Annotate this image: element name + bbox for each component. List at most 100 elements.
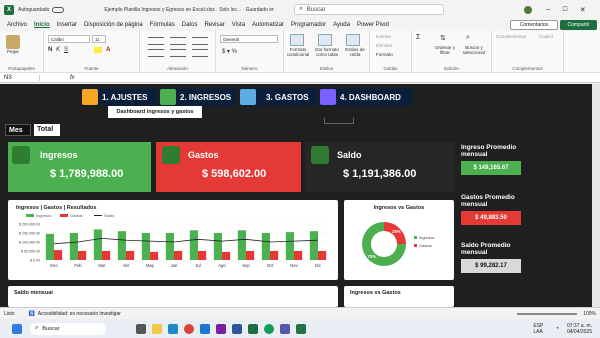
font-size-select[interactable]: 11 [92,35,106,43]
wrap-text-icon[interactable] [192,37,208,45]
fill-color-icon[interactable] [94,47,102,53]
vertical-scrollbar[interactable] [592,84,600,307]
pie-legend-swatch [414,244,417,247]
addins-button[interactable]: Complementos [496,34,526,39]
side-ingreso-prom: Ingreso Promedio mensual $ 149,165.67 [458,142,524,186]
align-top-icon[interactable] [148,37,164,45]
edge-icon[interactable] [168,323,178,334]
font-name-select[interactable]: Calibri [48,35,90,43]
filter-total[interactable]: Total [34,124,60,136]
menu-item-automatizar[interactable]: Automatizar [252,22,284,28]
format-button[interactable]: Formato [376,52,393,57]
comments-button[interactable]: Comentarios [510,20,558,30]
menu-item-ayuda[interactable]: Ayuda [333,22,350,28]
share-button[interactable]: Compartir [560,20,597,30]
wifi-icon[interactable]: ◔ [555,326,559,332]
bold-button[interactable]: N [48,47,52,53]
clipboard-group: Pegar Portapapeles [0,31,44,73]
chrome2-icon[interactable] [264,323,274,334]
tab-ingresos[interactable]: 2. INGRESOS [160,88,236,106]
menu-item-f-rmulas[interactable]: Fórmulas [150,22,175,28]
underline-button[interactable]: S [64,47,68,53]
menu-item-power-pivot[interactable]: Power Pivot [357,22,389,28]
delete-button[interactable]: Eliminar [376,43,392,48]
zoom-slider[interactable] [517,312,578,315]
taskview-icon[interactable] [136,323,146,334]
accessibility-status[interactable]: Accesibilidad: es necesario investigar [38,311,121,317]
copilot-button[interactable]: Copilot [532,34,560,39]
align-middle-icon[interactable] [170,37,186,45]
cell-styles-button[interactable]: Estilos de celda [342,47,368,57]
bar-ingresos [69,233,78,260]
maximize-button[interactable]: ☐ [562,6,567,13]
menu-item-inicio[interactable]: Inicio [34,22,50,28]
cell-styles-icon[interactable] [346,34,360,46]
gear-icon [82,89,98,105]
card-ingresos: Ingresos $ 1,789,988.00 [8,142,151,192]
menu-item-datos[interactable]: Datos [182,22,198,28]
sort-button[interactable]: Ordenar y filtrar [432,45,458,55]
paste-icon[interactable] [6,35,20,49]
autosum-icon[interactable]: Σ [416,34,420,41]
font-color-icon[interactable]: A [106,47,110,53]
cond-format-icon[interactable] [290,34,304,46]
menu-item-disposici-n-de-p-gina[interactable]: Disposición de página [84,22,143,28]
x-tick-label: Jun [171,263,178,268]
windows-icon[interactable] [12,323,22,334]
menu-item-revisar[interactable]: Revisar [204,22,224,28]
menu-item-archivo[interactable]: Archivo [7,22,27,28]
saldo-panel-title: Saldo mensual [14,290,53,296]
tab-gastos[interactable]: 3. GASTOS [240,88,318,106]
align-left-icon[interactable] [148,49,164,57]
number-format-select[interactable]: General [220,35,278,43]
formula-input[interactable] [81,74,600,82]
vscode-icon[interactable] [200,323,210,334]
align-center-icon[interactable] [170,49,186,57]
table-format-button[interactable]: Dar formato como tabla [313,47,341,57]
insert-button[interactable]: Insertar [376,34,391,39]
lang-indicator[interactable]: ESP LAA [533,323,549,335]
paste-button[interactable]: Pegar [2,49,24,54]
accessibility-icon[interactable]: ♿ [29,311,35,317]
clock[interactable]: 07:37 a. m. 04/04/2025 [567,323,592,335]
tab-gastos-label: 3. GASTOS [266,92,309,102]
side-gasto-prom: Gastos Promedio mensual $ 49,883.50 [458,192,524,236]
table-format-icon[interactable] [318,34,332,46]
taskbar-search[interactable]: ⌕ Buscar [30,322,106,335]
teams-icon[interactable] [280,323,290,334]
chrome-icon[interactable] [184,323,194,334]
menu-item-insertar[interactable]: Insertar [57,22,77,28]
find-icon[interactable]: ⌕ [466,34,470,42]
excel-taskbar-icon[interactable] [248,323,258,334]
tab-ajustes[interactable]: 1. AJUSTES [82,88,158,106]
avatar[interactable] [524,5,533,14]
filter-mes[interactable]: Mes [5,124,31,136]
menu-item-programador[interactable]: Programador [291,22,326,28]
clipboard-label: Portapapeles [8,66,35,71]
word-icon[interactable] [232,323,242,334]
name-box[interactable]: N3 [0,74,40,81]
search-box[interactable]: ⌕ Buscar [294,4,445,15]
fx-icon[interactable]: fx [70,75,75,81]
tab-dashboard[interactable]: 4. DASHBOARD [320,88,412,106]
menu-item-vista[interactable]: Vista [232,22,245,28]
bar-gastos [102,251,111,260]
cond-format-button[interactable]: Formato condicional [284,47,312,57]
find-button[interactable]: Buscar y seleccionar [458,45,490,55]
autosave-toggle[interactable] [52,6,65,13]
currency-icon[interactable]: $ ▾ % [222,48,237,55]
italic-button[interactable]: K [56,47,60,53]
merge-icon[interactable] [192,49,208,57]
bar-ingresos [93,229,102,260]
excel2-icon[interactable] [296,323,306,334]
explorer-icon[interactable] [152,323,162,334]
zoom-level[interactable]: 100% [583,311,596,317]
bar-ingresos [141,233,150,260]
app-icon[interactable] [216,323,226,334]
line-saldo [53,237,319,245]
minimize-button[interactable]: – [546,6,550,13]
sort-icon[interactable]: ⇅ [440,34,446,42]
number-label: Número [241,66,258,71]
close-button[interactable]: ✕ [580,6,586,14]
pie-legend-swatch [414,236,417,239]
